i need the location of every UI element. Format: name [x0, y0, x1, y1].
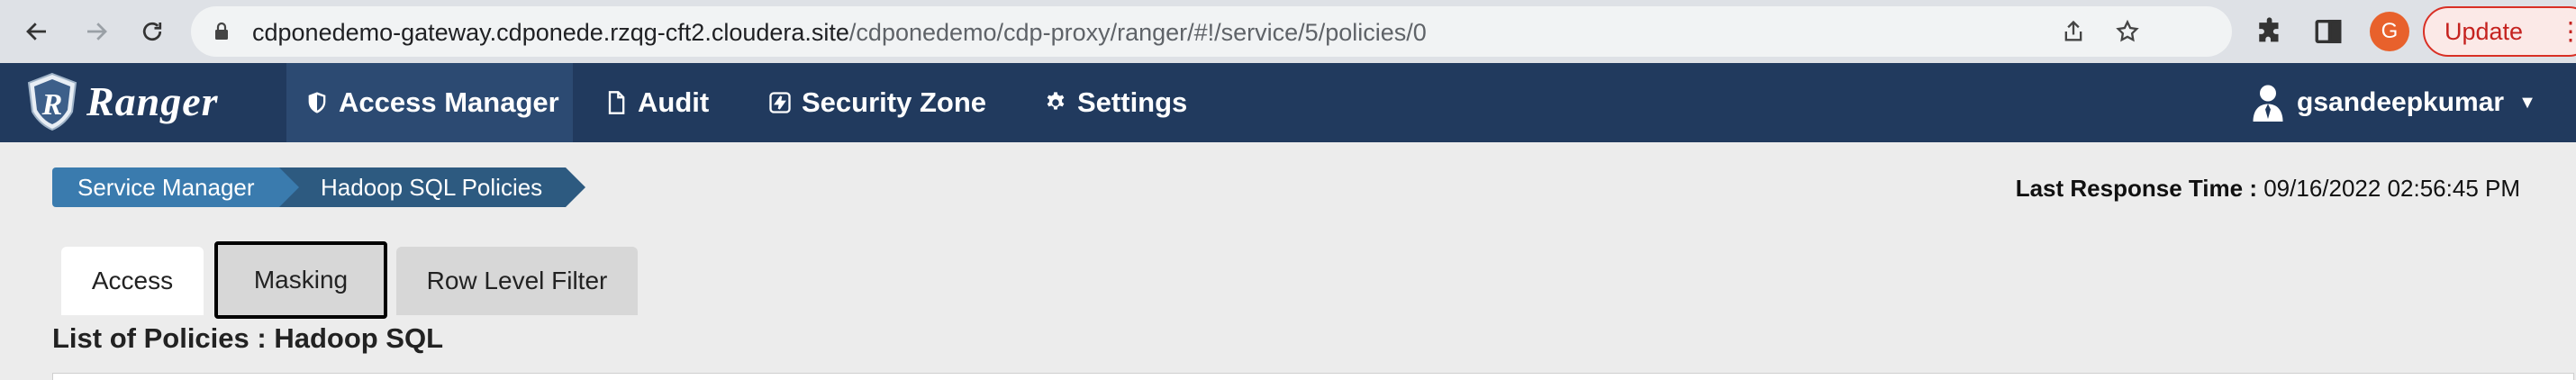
url-host: cdponedemo-gateway.cdponede.rzqg-cft2.cl… [252, 19, 849, 46]
url-path: /cdponedemo/cdp-proxy/ranger/#!/service/… [848, 19, 1427, 46]
lock-icon[interactable] [211, 21, 232, 42]
last-response-value: 09/16/2022 02:56:45 PM [2263, 175, 2520, 202]
update-button[interactable]: Update [2423, 6, 2576, 57]
tab-row-level-filter[interactable]: Row Level Filter [396, 247, 638, 315]
forward-arrow-icon[interactable] [74, 9, 119, 54]
browser-toolbar: cdponedemo-gateway.cdponede.rzqg-cft2.cl… [0, 0, 2576, 63]
back-arrow-icon[interactable] [14, 9, 59, 54]
menu-dots-icon[interactable]: ⋮ [2558, 16, 2576, 47]
reload-icon[interactable] [130, 9, 175, 54]
ranger-logo-icon[interactable]: R [25, 72, 79, 131]
puzzle-icon[interactable] [2255, 16, 2286, 47]
nav-settings[interactable]: Settings [1043, 63, 1187, 142]
nav-access-manager[interactable]: Access Manager [286, 63, 573, 142]
nav-audit-label: Audit [638, 86, 710, 118]
share-icon[interactable] [2061, 19, 2086, 44]
shield-icon [308, 92, 326, 113]
breadcrumb-end-arrow [566, 167, 585, 207]
nav-audit[interactable]: Audit [603, 63, 709, 142]
page-title: List of Policies : Hadoop SQL [52, 322, 444, 354]
svg-text:R: R [41, 88, 63, 122]
nav-settings-label: Settings [1077, 86, 1188, 118]
policy-list-panel [52, 373, 2574, 380]
app-logo-text[interactable]: Ranger [86, 77, 219, 125]
file-icon [608, 91, 625, 114]
profile-avatar[interactable]: G [2370, 12, 2409, 51]
tab-access[interactable]: Access [61, 247, 204, 315]
chevron-down-icon: ▼ [2518, 92, 2536, 113]
tab-masking[interactable]: Masking [214, 241, 387, 319]
gear-icon [1047, 92, 1065, 110]
breadcrumb-service-manager[interactable]: Service Manager [52, 167, 279, 207]
bolt-icon [769, 92, 791, 113]
user-icon [2253, 85, 2283, 122]
last-response-time: Last Response Time : 09/16/2022 02:56:45… [2016, 175, 2520, 203]
url-text[interactable]: cdponedemo-gateway.cdponede.rzqg-cft2.cl… [252, 19, 1427, 47]
ranger-navbar: R Ranger Access Manager Audit Security Z… [0, 63, 2576, 142]
address-bar[interactable]: cdponedemo-gateway.cdponede.rzqg-cft2.cl… [191, 6, 2232, 57]
nav-access-manager-label: Access Manager [339, 86, 559, 118]
user-menu[interactable]: gsandeepkumar ▼ [2252, 63, 2536, 142]
breadcrumb-hadoop-sql-policies[interactable]: Hadoop SQL Policies [279, 167, 566, 207]
breadcrumb-separator [279, 167, 299, 207]
sidepanel-icon[interactable] [2313, 16, 2344, 47]
star-icon[interactable] [2115, 19, 2140, 44]
username: gsandeepkumar [2297, 87, 2505, 117]
nav-security-zone-label: Security Zone [802, 86, 986, 118]
nav-security-zone[interactable]: Security Zone [767, 63, 986, 142]
last-response-label: Last Response Time : [2015, 175, 2257, 202]
